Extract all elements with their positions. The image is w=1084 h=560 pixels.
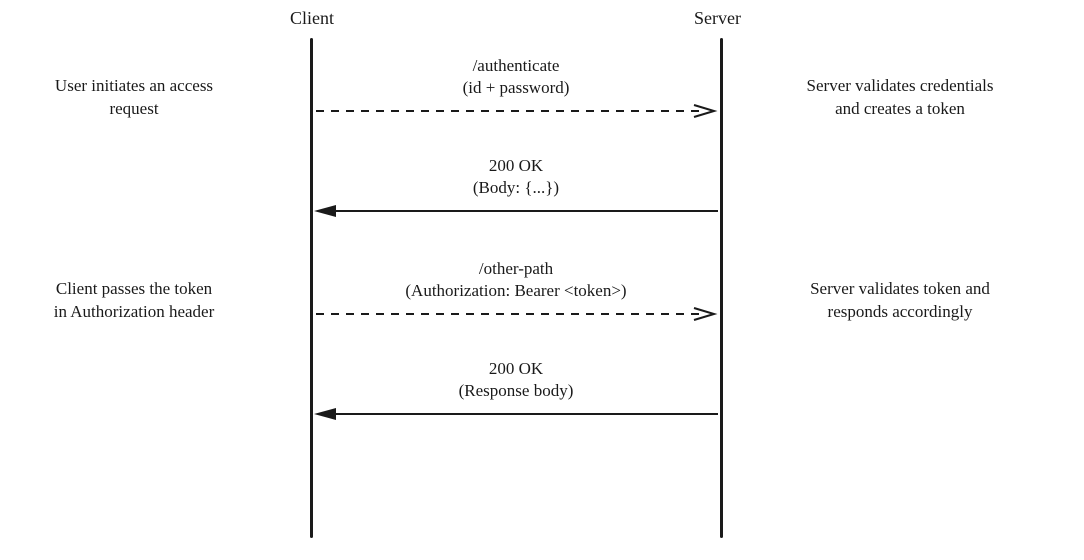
participant-server: Server	[694, 8, 741, 29]
lifeline-client	[310, 38, 313, 538]
note-text: Server validates credentialsand creates …	[780, 75, 1020, 121]
message-4-label: 200 OK (Response body)	[316, 358, 716, 402]
note-text: User initiates an accessrequest	[14, 75, 254, 121]
message-line: /other-path	[316, 258, 716, 280]
arrow-3	[316, 308, 716, 328]
message-line: (Authorization: Bearer <token>)	[316, 280, 716, 302]
message-line: 200 OK	[316, 155, 716, 177]
participant-client: Client	[290, 8, 334, 29]
arrow-4	[314, 408, 720, 428]
message-1-label: /authenticate (id + password)	[316, 55, 716, 99]
message-line: (id + password)	[316, 77, 716, 99]
message-line: /authenticate	[316, 55, 716, 77]
note-client-2: Client passes the tokenin Authorization …	[14, 278, 254, 324]
message-3-label: /other-path (Authorization: Bearer <toke…	[316, 258, 716, 302]
message-line: (Body: {...})	[316, 177, 716, 199]
arrow-2	[314, 205, 720, 225]
message-2-label: 200 OK (Body: {...})	[316, 155, 716, 199]
message-line: (Response body)	[316, 380, 716, 402]
note-client-1: User initiates an accessrequest	[14, 75, 254, 121]
note-server-2: Server validates token andresponds accor…	[780, 278, 1020, 324]
note-text: Server validates token andresponds accor…	[780, 278, 1020, 324]
note-server-1: Server validates credentialsand creates …	[780, 75, 1020, 121]
lifeline-server	[720, 38, 723, 538]
note-text: Client passes the tokenin Authorization …	[14, 278, 254, 324]
message-line: 200 OK	[316, 358, 716, 380]
arrow-1	[316, 105, 716, 125]
